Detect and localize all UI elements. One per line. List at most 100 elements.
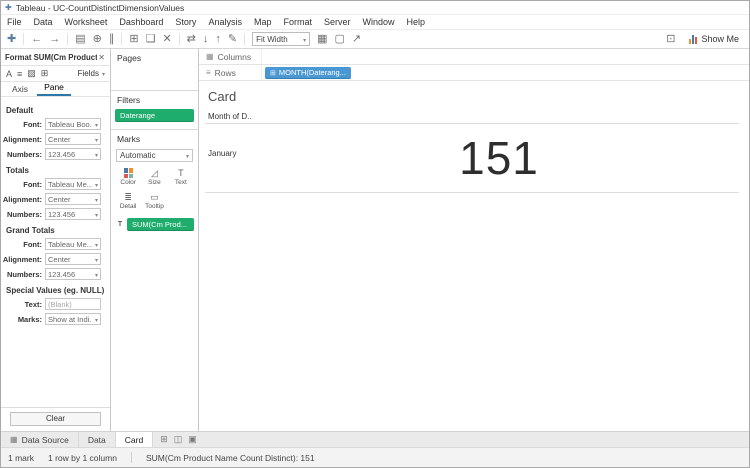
filters-shelf[interactable]: Daterange	[111, 108, 198, 129]
size-icon: ◿	[151, 168, 158, 178]
select-value: Show at Indi...	[48, 315, 92, 324]
default-font-select[interactable]: Tableau Boo...	[45, 118, 101, 130]
format-row: Marks: Show at Indi...	[1, 313, 106, 325]
format-panel-title: Format SUM(Cm Product...	[5, 53, 97, 62]
menu-item-analysis[interactable]: Analysis	[202, 17, 248, 27]
new-story-icon[interactable]: ▣	[188, 434, 197, 445]
clear-button[interactable]: Clear	[10, 412, 101, 426]
close-icon[interactable]: ✕	[97, 53, 106, 62]
pause-updates-icon[interactable]: ∥	[109, 34, 115, 45]
columns-shelf: ▦ Columns	[199, 49, 749, 65]
rows-shelf-droparea[interactable]: ⊞ MONTH(Daterang...	[261, 65, 749, 80]
rows-pill-month-daterange[interactable]: ⊞ MONTH(Daterang...	[265, 67, 351, 79]
columns-shelf-droparea[interactable]	[261, 49, 749, 64]
tab-axis[interactable]: Axis	[5, 83, 35, 96]
status-dimensions: 1 row by 1 column	[48, 453, 117, 463]
alignment-format-icon[interactable]: ≡	[17, 69, 22, 79]
tableau-logo-icon[interactable]: ✚	[7, 34, 16, 45]
tab-sheet-data[interactable]: Data	[79, 432, 116, 447]
grid-line	[205, 123, 739, 124]
menu-item-file[interactable]: File	[1, 17, 28, 27]
filter-pill-daterange[interactable]: Daterange	[115, 109, 194, 122]
fields-dropdown[interactable]: Fields	[78, 69, 105, 78]
toolbar-separator	[244, 33, 245, 45]
sheet-title[interactable]: Card	[208, 89, 236, 104]
menu-item-help[interactable]: Help	[401, 17, 432, 27]
row-header-field-label[interactable]: Month of D..	[208, 112, 252, 121]
menu-item-dashboard[interactable]: Dashboard	[113, 17, 169, 27]
menu-item-window[interactable]: Window	[357, 17, 401, 27]
show-me-button[interactable]: Show Me	[685, 33, 743, 45]
tab-sheet-card[interactable]: Card	[116, 432, 153, 447]
tooltip-button[interactable]: ▭ Tooltip	[141, 192, 167, 210]
columns-grid-icon: ▦	[206, 52, 214, 61]
marks-pill-sum[interactable]: SUM(Cm Prod...	[127, 218, 194, 231]
grand-totals-numbers-select[interactable]: 123.456	[45, 268, 101, 280]
text-mark-value[interactable]: 151	[259, 125, 739, 191]
redo-icon[interactable]: →	[49, 34, 60, 45]
marks-pill-row: T SUM(Cm Prod...	[115, 218, 194, 231]
share-icon[interactable]: ↗	[352, 34, 361, 45]
show-hide-cards-icon[interactable]: ▦	[317, 34, 327, 45]
special-values-text-select[interactable]: (Blank)	[45, 298, 101, 310]
fields-label: Fields	[78, 69, 99, 78]
grand-totals-font-select[interactable]: Tableau Me...	[45, 238, 101, 250]
duplicate-icon[interactable]: ❏	[146, 34, 156, 45]
color-label: Color	[120, 179, 136, 186]
grand-totals-alignment-select[interactable]: Center	[45, 253, 101, 265]
menu-item-map[interactable]: Map	[248, 17, 278, 27]
tooltip-bubble-icon: ▭	[150, 192, 159, 202]
default-numbers-select[interactable]: 123.456	[45, 148, 101, 160]
detail-button[interactable]: ≣ Detail	[115, 192, 141, 210]
swap-axes-icon[interactable]: ⇄	[187, 34, 196, 45]
size-button[interactable]: ◿ Size	[141, 168, 167, 186]
fit-selector[interactable]: Fit Width	[252, 32, 310, 46]
format-row: Font: Tableau Me...	[1, 238, 106, 250]
tab-pane[interactable]: Pane	[37, 81, 71, 96]
grid-line	[205, 192, 739, 193]
presentation-mode-icon[interactable]: ▢	[335, 34, 345, 45]
sort-ascending-icon[interactable]: ↓	[203, 34, 209, 45]
add-data-icon[interactable]: ⊕	[93, 34, 102, 45]
borders-format-icon[interactable]: ⊞	[41, 68, 49, 79]
row-label: Text:	[1, 300, 45, 309]
highlight-icon[interactable]: ✎	[228, 34, 237, 45]
sort-descending-icon[interactable]: ↑	[215, 34, 221, 45]
tab-data-source[interactable]: ▦ Data Source	[1, 432, 79, 447]
tooltip-icon[interactable]: ⊡	[666, 34, 675, 45]
color-button[interactable]: Color	[115, 168, 141, 186]
menu-item-format[interactable]: Format	[277, 17, 318, 27]
undo-icon[interactable]: ←	[31, 34, 42, 45]
save-icon[interactable]: ▤	[75, 34, 85, 45]
totals-font-select[interactable]: Tableau Me...	[45, 178, 101, 190]
shading-format-icon[interactable]: ▨	[27, 68, 36, 79]
format-row: Numbers: 123.456	[1, 268, 106, 280]
show-me-chart-icon	[689, 35, 697, 44]
menu-item-data[interactable]: Data	[28, 17, 59, 27]
main-area: Format SUM(Cm Product... ✕ A ≡ ▨ ⊞ Field…	[1, 49, 749, 431]
pages-shelf[interactable]	[111, 66, 198, 90]
menu-item-story[interactable]: Story	[169, 17, 202, 27]
totals-numbers-select[interactable]: 123.456	[45, 208, 101, 220]
text-button[interactable]: T Text	[168, 168, 194, 186]
color-icon	[124, 168, 133, 178]
mark-type-selector[interactable]: Automatic	[116, 149, 193, 162]
special-values-marks-select[interactable]: Show at Indi...	[45, 313, 101, 325]
new-worksheet-icon[interactable]: ⊞	[160, 434, 168, 445]
new-dashboard-icon[interactable]: ◫	[174, 434, 183, 445]
format-row: Font: Tableau Me...	[1, 178, 106, 190]
select-value: Center	[48, 195, 71, 204]
default-alignment-select[interactable]: Center	[45, 133, 101, 145]
tab-label: Card	[125, 435, 143, 445]
new-worksheet-icon[interactable]: ⊞	[129, 34, 138, 45]
select-value: Center	[48, 135, 71, 144]
menu-bar: File Data Worksheet Dashboard Story Anal…	[1, 15, 749, 30]
chevron-down-icon	[300, 35, 306, 44]
row-header-january[interactable]: January	[208, 149, 236, 158]
menu-item-server[interactable]: Server	[318, 17, 357, 27]
menu-item-worksheet[interactable]: Worksheet	[59, 17, 114, 27]
format-panel-body: Default Font: Tableau Boo... Alignment: …	[1, 97, 110, 407]
totals-alignment-select[interactable]: Center	[45, 193, 101, 205]
font-format-icon[interactable]: A	[6, 69, 12, 79]
clear-sheet-icon[interactable]: ✕	[162, 34, 171, 45]
